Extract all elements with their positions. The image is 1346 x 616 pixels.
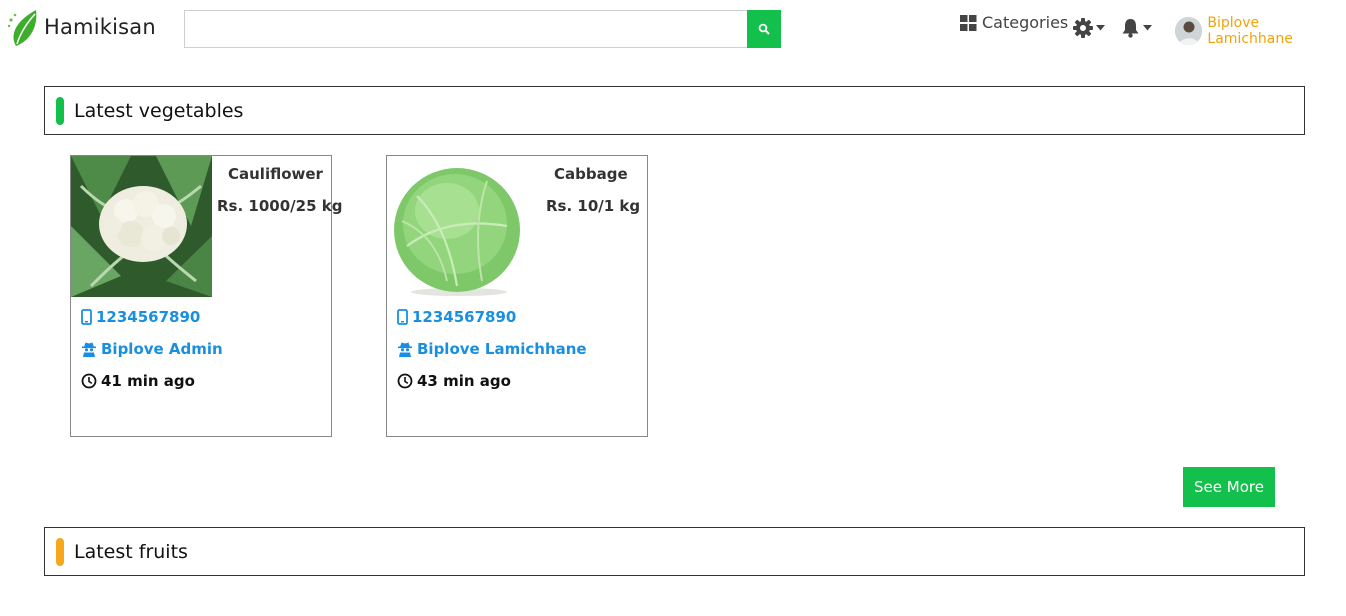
phone-link[interactable]: 1234567890 bbox=[81, 308, 200, 326]
section-title: Latest vegetables bbox=[74, 99, 244, 122]
gear-icon bbox=[1073, 18, 1093, 38]
user-name: Biplove Lamichhane bbox=[1207, 15, 1293, 47]
phone-number: 1234567890 bbox=[96, 308, 201, 326]
posted-time-text: 43 min ago bbox=[417, 372, 511, 390]
seller-name: Biplove Lamichhane bbox=[417, 340, 587, 358]
section-header-fruits: Latest fruits bbox=[44, 527, 1305, 576]
search-button[interactable] bbox=[747, 10, 781, 48]
notifications-menu[interactable] bbox=[1121, 18, 1152, 38]
section-accent-bar bbox=[56, 537, 64, 566]
section-title: Latest fruits bbox=[74, 540, 188, 563]
posted-time: 43 min ago bbox=[397, 372, 511, 390]
avatar bbox=[1175, 17, 1203, 45]
posted-time: 41 min ago bbox=[81, 372, 195, 390]
search-input[interactable] bbox=[184, 10, 747, 48]
user-menu[interactable]: Biplove Lamichhane bbox=[1175, 15, 1346, 47]
chevron-down-icon bbox=[1096, 25, 1105, 31]
mobile-icon bbox=[397, 309, 408, 325]
product-card[interactable]: Cabbage Rs. 10/1 kg 1234567890 Biplove L… bbox=[386, 155, 648, 437]
search-bar bbox=[184, 10, 781, 48]
mobile-icon bbox=[81, 309, 92, 325]
phone-link[interactable]: 1234567890 bbox=[397, 308, 516, 326]
categories-menu[interactable]: Categories bbox=[960, 13, 1068, 32]
clock-icon bbox=[397, 373, 413, 389]
search-icon bbox=[758, 23, 770, 35]
brand[interactable]: Hamikisan bbox=[6, 6, 156, 48]
posted-time-text: 41 min ago bbox=[101, 372, 195, 390]
cauliflower-image bbox=[71, 156, 212, 297]
product-name: Cauliflower bbox=[228, 165, 323, 183]
cabbage-image bbox=[387, 156, 528, 297]
seller-link[interactable]: Biplove Lamichhane bbox=[397, 340, 587, 358]
see-more-button[interactable]: See More bbox=[1183, 467, 1275, 507]
product-image[interactable] bbox=[71, 156, 212, 297]
user-secret-icon bbox=[398, 342, 412, 357]
leaf-logo-icon bbox=[7, 10, 37, 46]
categories-label: Categories bbox=[982, 13, 1069, 32]
seller-link[interactable]: Biplove Admin bbox=[81, 340, 223, 358]
product-card[interactable]: Cauliflower Rs. 1000/25 kg 1234567890 Bi… bbox=[70, 155, 342, 437]
brand-name: Hamikisan bbox=[44, 15, 156, 39]
phone-number: 1234567890 bbox=[412, 308, 517, 326]
grid-icon bbox=[960, 14, 977, 31]
settings-menu[interactable] bbox=[1073, 18, 1105, 38]
section-accent-bar bbox=[56, 96, 64, 125]
chevron-down-icon bbox=[1143, 25, 1152, 31]
clock-icon bbox=[81, 373, 97, 389]
navbar: Hamikisan Categories Biplove Lamichhane bbox=[0, 0, 1346, 60]
section-header-vegetables: Latest vegetables bbox=[44, 86, 1305, 135]
user-secret-icon bbox=[82, 342, 96, 357]
bell-icon bbox=[1122, 19, 1139, 38]
seller-name: Biplove Admin bbox=[101, 340, 223, 358]
product-image[interactable] bbox=[387, 156, 528, 297]
product-price: Rs. 10/1 kg bbox=[546, 197, 641, 215]
product-price: Rs. 1000/25 kg bbox=[217, 197, 343, 215]
product-name: Cabbage bbox=[554, 165, 628, 183]
